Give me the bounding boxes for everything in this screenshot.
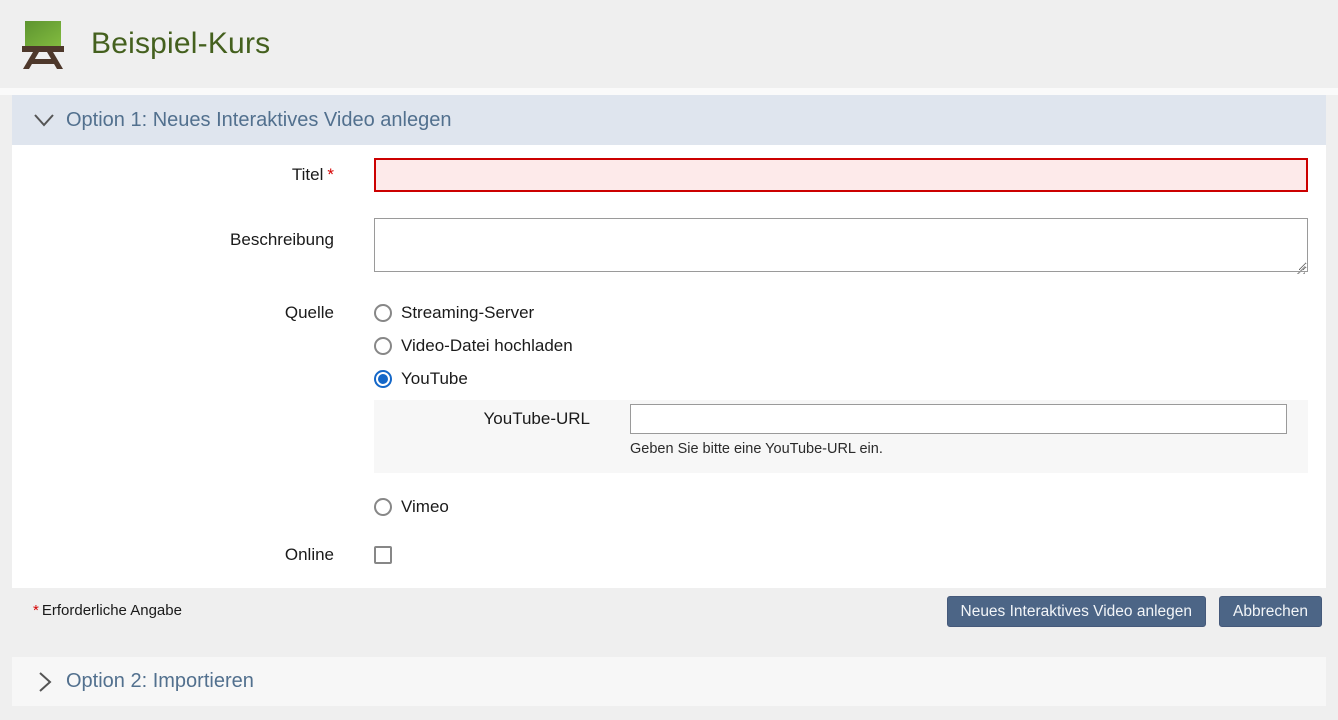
cancel-button[interactable]: Abbrechen: [1219, 596, 1322, 627]
title-input[interactable]: [374, 158, 1308, 192]
course-icon: [20, 19, 66, 69]
create-video-form: Titel* Beschreibung Quelle Streaming-Ser…: [12, 145, 1326, 588]
source-field-row: Quelle Streaming-Server Video-Datei hoch…: [12, 301, 1308, 519]
chevron-down-icon: [32, 108, 56, 132]
youtube-url-hint: Geben Sie bitte eine YouTube-URL ein.: [630, 441, 1287, 457]
submit-button[interactable]: Neues Interaktives Video anlegen: [947, 596, 1207, 627]
radio-option-youtube[interactable]: YouTube: [374, 367, 1308, 391]
required-asterisk: *: [33, 602, 39, 619]
required-note: *Erforderliche Angabe: [33, 602, 182, 652]
required-asterisk: *: [327, 165, 334, 184]
source-label: Quelle: [12, 301, 334, 519]
page-title: Beispiel-Kurs: [91, 27, 270, 61]
title-field-row: Titel*: [12, 158, 1308, 192]
accordion-option1-header[interactable]: Option 1: Neues Interaktives Video anleg…: [12, 95, 1326, 145]
youtube-url-input[interactable]: [630, 404, 1287, 434]
online-checkbox[interactable]: [374, 546, 392, 564]
accordion-option1-title: Option 1: Neues Interaktives Video anleg…: [66, 109, 451, 132]
radio-icon-unchecked[interactable]: [374, 304, 392, 322]
radio-icon-unchecked[interactable]: [374, 337, 392, 355]
radio-option-streaming-server[interactable]: Streaming-Server: [374, 301, 1308, 325]
youtube-url-label: YouTube-URL: [374, 404, 590, 457]
youtube-url-panel: YouTube-URL Geben Sie bitte eine YouTube…: [374, 400, 1308, 473]
form-footer: *Erforderliche Angabe Neues Interaktives…: [12, 588, 1326, 652]
content-area: Option 1: Neues Interaktives Video anleg…: [12, 95, 1326, 706]
header-divider: [0, 88, 1338, 95]
accordion-option2-header[interactable]: Option 2: Importieren: [12, 657, 1326, 706]
radio-icon-checked[interactable]: [374, 370, 392, 388]
page-header: Beispiel-Kurs: [0, 0, 1338, 88]
title-label: Titel*: [12, 158, 334, 192]
online-label: Online: [12, 546, 334, 564]
online-field-row: Online: [12, 546, 1308, 564]
accordion-option2-title: Option 2: Importieren: [66, 670, 254, 693]
description-field-row: Beschreibung: [12, 218, 1308, 277]
description-textarea[interactable]: [374, 218, 1308, 272]
radio-option-vimeo[interactable]: Vimeo: [374, 495, 1308, 519]
description-label: Beschreibung: [12, 218, 334, 277]
radio-option-video-upload[interactable]: Video-Datei hochladen: [374, 334, 1308, 358]
chevron-right-icon: [32, 670, 56, 694]
radio-icon-unchecked[interactable]: [374, 498, 392, 516]
